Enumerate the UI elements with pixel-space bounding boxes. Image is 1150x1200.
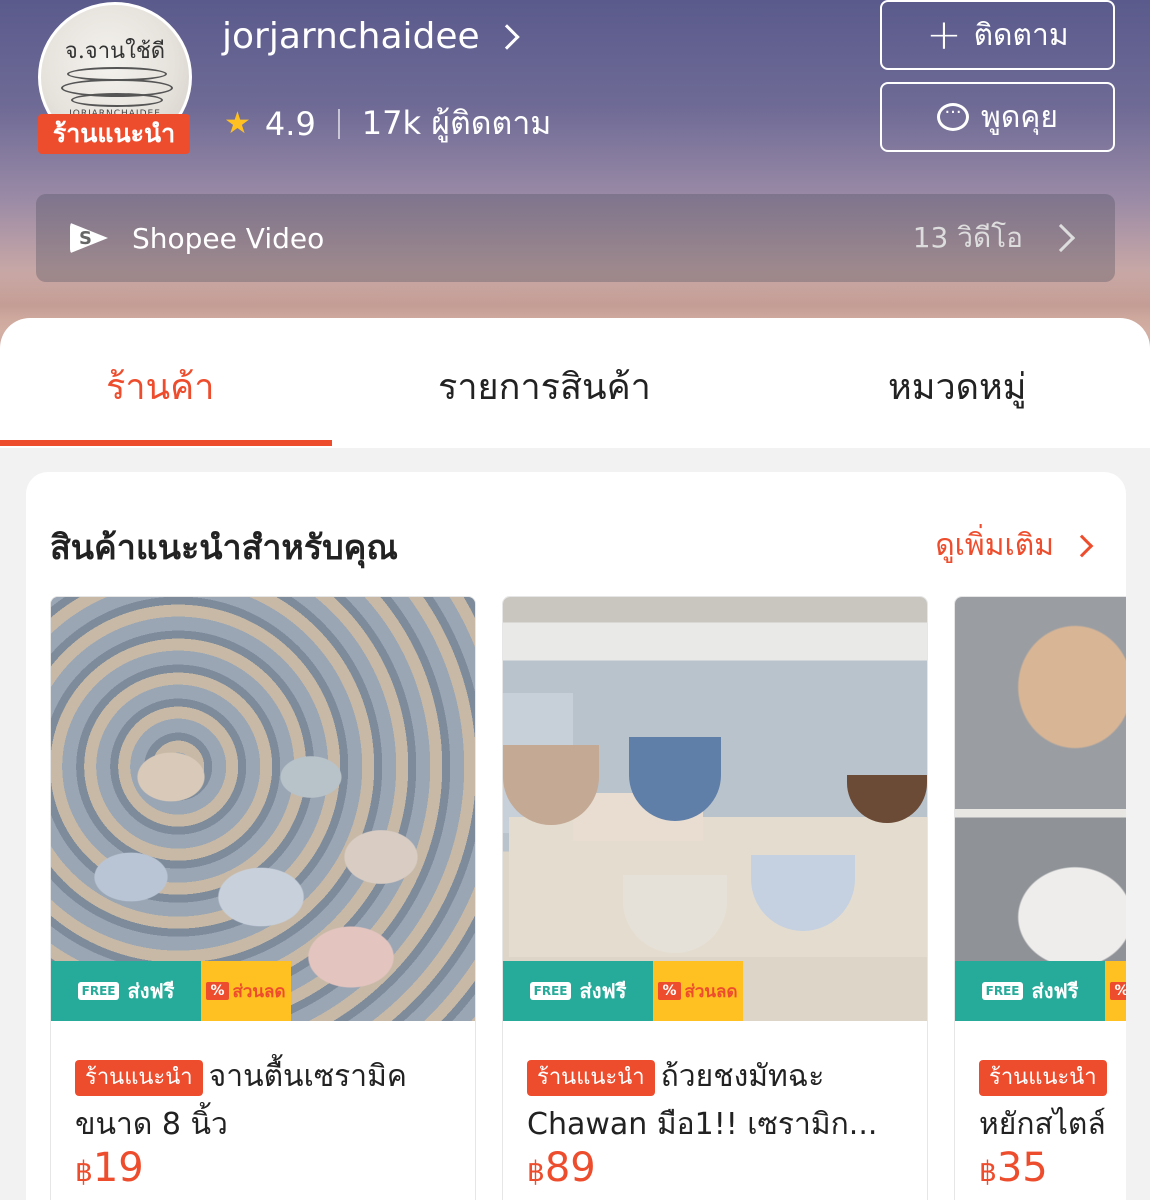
- product-image: [503, 597, 927, 1021]
- plus-icon: +: [926, 10, 962, 59]
- shopee-video-icon: S: [70, 222, 108, 254]
- product-card[interactable]: FREEส่งฟรี %ส่วนลด ร้านแนะนำหยักสไตล์ ฿3…: [954, 596, 1126, 1200]
- recommended-section: สินค้าแนะนำสำหรับคุณ ดูเพิ่มเติม FREE ส่ง…: [26, 472, 1126, 1200]
- discount-badge: %ส่วนลด: [653, 961, 743, 1021]
- chevron-right-icon: [1046, 223, 1076, 253]
- shop-stats: ★ 4.9 17k ผู้ติดตาม: [224, 98, 551, 149]
- see-more-label: ดูเพิ่มเติม: [935, 528, 1054, 563]
- shop-name-link[interactable]: jorjarnchaidee: [222, 16, 520, 57]
- shop-rating: 4.9: [264, 104, 316, 143]
- video-count: 13 วิดีโอ: [912, 221, 1023, 254]
- follow-button[interactable]: + ติดตาม: [880, 0, 1115, 70]
- preferred-tag: ร้านแนะนำ: [527, 1059, 655, 1096]
- chat-button[interactable]: พูดคุย: [880, 82, 1115, 152]
- chevron-right-icon: [493, 23, 520, 50]
- section-title: สินค้าแนะนำสำหรับคุณ: [50, 528, 398, 568]
- video-label: Shopee Video: [132, 221, 325, 255]
- follower-count: 17k ผู้ติดตาม: [361, 104, 552, 142]
- product-price: ฿19: [75, 1145, 144, 1191]
- promo-strip: FREEส่งฟรี %ส่วนลด: [51, 961, 291, 1021]
- product-image: [955, 597, 1126, 1021]
- product-name: หยักสไตล์: [979, 1107, 1106, 1142]
- see-more-link[interactable]: ดูเพิ่มเติม: [935, 522, 1094, 569]
- tab-products[interactable]: รายการสินค้า: [438, 358, 651, 415]
- promo-strip: FREEส่งฟรี %ส่วนลด: [503, 961, 743, 1021]
- active-tab-indicator: [0, 440, 332, 446]
- shop-name: jorjarnchaidee: [222, 16, 480, 57]
- follow-label: ติดตาม: [973, 17, 1069, 53]
- avatar-logo-text: จ.จานใช้ดี: [64, 39, 166, 64]
- discount-badge: %ส่วนลด: [1105, 961, 1126, 1021]
- shop-tabs: ร้านค้า รายการสินค้า หมวดหมู่: [0, 318, 1150, 448]
- chevron-right-icon: [1070, 534, 1094, 557]
- product-price: ฿35: [979, 1145, 1048, 1191]
- plate-icon: [71, 93, 163, 107]
- chat-label: พูดคุย: [981, 99, 1058, 135]
- free-shipping-badge: FREE ส่งฟรี: [51, 961, 201, 1021]
- product-title: ร้านแนะนำ ถ้วยชงมัทฉะ Chawan มือ1!! เซราม…: [527, 1053, 909, 1149]
- product-image: [51, 597, 475, 1021]
- shopee-video-bar[interactable]: S Shopee Video 13 วิดีโอ: [36, 194, 1115, 282]
- tab-categories[interactable]: หมวดหมู่: [888, 358, 1027, 415]
- divider: [337, 108, 340, 139]
- free-shipping-badge: FREE ส่งฟรี: [503, 961, 653, 1021]
- product-card[interactable]: FREE ส่งฟรี % ส่วนลด ร้านแนะนำ จานตื้นเซราม…: [50, 596, 476, 1200]
- star-icon: ★: [224, 106, 251, 141]
- chat-bubble-icon: [937, 103, 970, 131]
- product-title: ร้านแนะนำหยักสไตล์: [979, 1053, 1126, 1149]
- discount-badge: %ส่วนลด: [201, 961, 291, 1021]
- product-card[interactable]: FREE ส่งฟรี % ส่วนลด ร้านแนะนำ ถ้วยชงมัทฉะ …: [502, 596, 928, 1200]
- preferred-tag: ร้านแนะนำ: [75, 1059, 203, 1096]
- product-title: ร้านแนะนำ จานตื้นเซรามิค ขนาด 8 นิ้ว: [75, 1053, 457, 1149]
- tab-shop[interactable]: ร้านค้า: [106, 358, 214, 415]
- product-price: ฿89: [527, 1145, 596, 1191]
- preferred-tag: ร้านแนะนำ: [979, 1059, 1107, 1096]
- preferred-shop-badge: ร้านแนะนำ: [38, 114, 190, 154]
- promo-strip: FREEส่งฟรี %ส่วนลด: [955, 961, 1126, 1021]
- free-shipping-badge: FREE ส่งฟรี: [955, 961, 1105, 1021]
